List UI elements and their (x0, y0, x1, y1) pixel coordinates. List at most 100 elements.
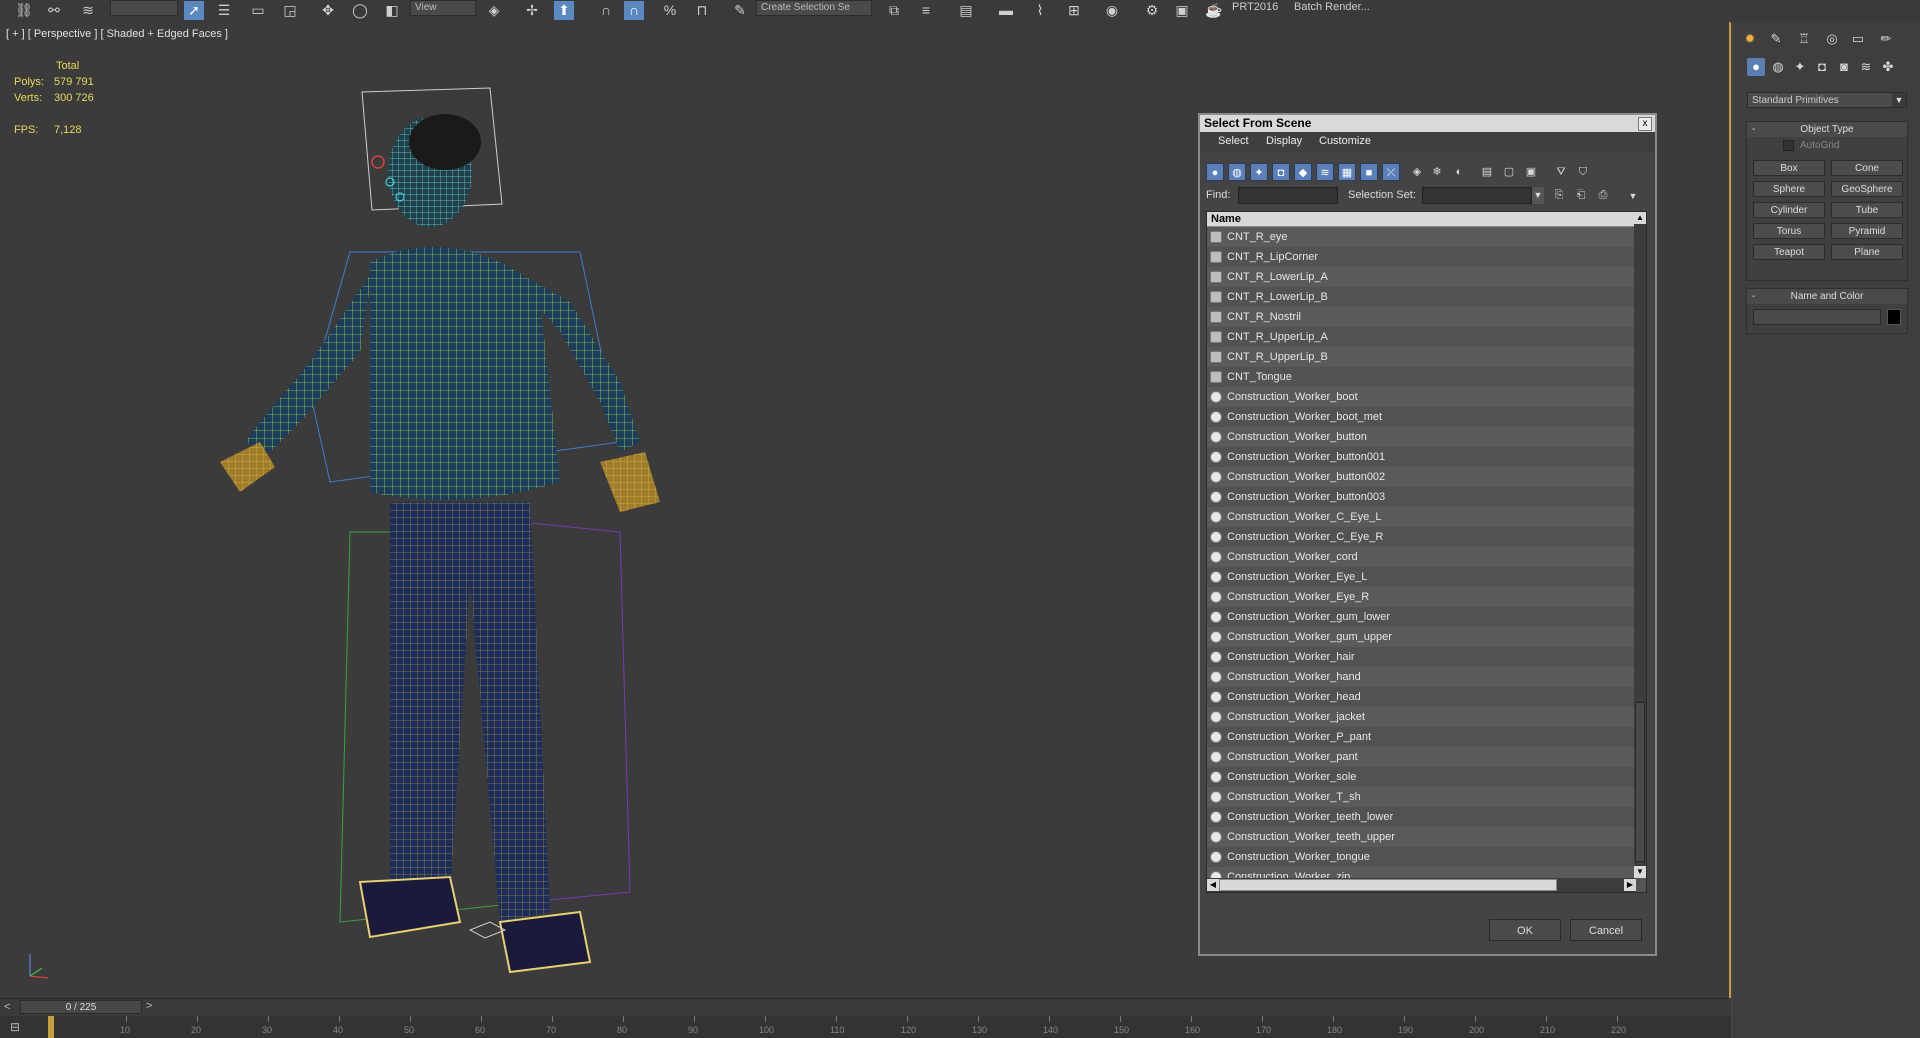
curve-editor-icon[interactable]: ⌇ (1030, 1, 1050, 20)
display-tab-icon[interactable]: ▭ (1849, 30, 1867, 48)
object-name-input[interactable] (1753, 309, 1881, 325)
xref-filter-icon[interactable]: ■ (1360, 163, 1378, 181)
move-icon[interactable]: ✥ (318, 1, 338, 20)
scale-icon[interactable]: ◧ (382, 1, 402, 20)
lights-category-icon[interactable]: ✦ (1791, 58, 1809, 76)
shape-filter-icon[interactable]: ◍ (1228, 163, 1246, 181)
scroll-down-icon[interactable]: ▼ (1634, 866, 1646, 878)
select-none-icon[interactable]: ▢ (1500, 163, 1518, 181)
graphite-ribbon-icon[interactable]: ▬ (996, 1, 1016, 20)
list-item[interactable]: Construction_Worker_cord (1207, 547, 1636, 567)
pivot-icon[interactable]: ◈ (484, 1, 504, 20)
object-type-rollout-header[interactable]: - Object Type (1747, 122, 1907, 137)
window-crossing-icon[interactable]: ◲ (280, 1, 300, 20)
primitive-category-dropdown[interactable]: Standard Primitives ▼ (1747, 92, 1907, 108)
list-item[interactable]: Construction_Worker_button003 (1207, 487, 1636, 507)
material-editor-icon[interactable]: ◉ (1102, 1, 1122, 20)
percent-snap-icon[interactable]: % (660, 1, 680, 20)
bind-spacewarp-icon[interactable]: ≋ (78, 1, 98, 20)
link-icon[interactable]: ⛓ (14, 1, 34, 20)
list-item[interactable]: Construction_Worker_teeth_upper (1207, 827, 1636, 847)
autogrid-checkbox[interactable]: AutoGrid (1783, 140, 1839, 151)
list-item[interactable]: Construction_Worker_C_Eye_L (1207, 507, 1636, 527)
geometry-filter-icon[interactable]: ● (1206, 163, 1224, 181)
track-bar[interactable]: ⊟ 10 20 30 40 50 60 70 80 90 100 110 120 130 140 150 16… (0, 1016, 1731, 1038)
edit-named-selection-icon[interactable]: ✎ (730, 1, 750, 20)
hidden-filter-icon[interactable]: ◐ (1450, 163, 1468, 181)
perspective-viewport[interactable]: [ + ] [ Perspective ] [ Shaded + Edged F… (0, 22, 1731, 998)
menu-select[interactable]: Select (1218, 135, 1249, 147)
vertical-scroll-thumb[interactable] (1635, 702, 1645, 862)
select-manipulate-icon[interactable]: ✢ (522, 1, 542, 20)
group-filter-icon[interactable]: ▦ (1338, 163, 1356, 181)
horizontal-scrollbar[interactable]: ◀ ▶ (1207, 878, 1636, 892)
teapot-button[interactable]: Teapot (1753, 244, 1825, 260)
next-frame-button[interactable]: > (146, 1000, 152, 1012)
menu-display[interactable]: Display (1266, 135, 1302, 147)
light-filter-icon[interactable]: ✦ (1250, 163, 1268, 181)
cancel-button[interactable]: Cancel (1570, 919, 1642, 941)
mirror-icon[interactable]: ⧉ (884, 1, 904, 20)
render-setup-icon[interactable]: ⚙ (1142, 1, 1162, 20)
angle-snap-icon[interactable]: ∩ (624, 1, 644, 20)
scene-object-list[interactable]: Name CNT_R_eye CNT_R_LipCorner CNT_R_Lower… (1206, 211, 1647, 893)
list-item[interactable]: CNT_R_UpperLip_B (1207, 347, 1636, 367)
box-button[interactable]: Box (1753, 160, 1825, 176)
spinner-snap-icon[interactable]: ⊓ (692, 1, 712, 20)
scroll-right-icon[interactable]: ▶ (1624, 879, 1636, 891)
expand-options-icon[interactable]: ▼ (1624, 187, 1642, 205)
list-item[interactable]: Construction_Worker_jacket (1207, 707, 1636, 727)
list-item[interactable]: Construction_Worker_teeth_lower (1207, 807, 1636, 827)
render-icon[interactable]: ☕ (1204, 1, 1224, 20)
add-to-set-icon[interactable]: ⎗ (1572, 186, 1590, 204)
geosphere-button[interactable]: GeoSphere (1831, 181, 1903, 197)
container-filter-icon[interactable]: ◈ (1408, 163, 1426, 181)
list-item[interactable]: CNT_R_LipCorner (1207, 247, 1636, 267)
frame-counter[interactable]: 0 / 225 (20, 1000, 142, 1014)
list-item[interactable]: Construction_Worker_head (1207, 687, 1636, 707)
list-item[interactable]: Construction_Worker_pant (1207, 747, 1636, 767)
camera-filter-icon[interactable]: ◘ (1272, 163, 1290, 181)
select-by-name-icon[interactable]: ☰ (214, 1, 234, 20)
tube-button[interactable]: Tube (1831, 202, 1903, 218)
select-invert-icon[interactable]: ▣ (1522, 163, 1540, 181)
hierarchy-tab-icon[interactable]: ♖ (1795, 30, 1813, 48)
list-item[interactable]: CNT_R_Nostril (1207, 307, 1636, 327)
batch-render-label[interactable]: Batch Render... (1294, 0, 1370, 14)
remove-from-set-icon[interactable]: ⎙ (1594, 186, 1612, 204)
object-color-swatch[interactable] (1887, 309, 1901, 325)
shapes-category-icon[interactable]: ◍ (1769, 58, 1787, 76)
rendered-frame-icon[interactable]: ▣ (1172, 1, 1192, 20)
helpers-category-icon[interactable]: ◙ (1835, 58, 1853, 76)
list-item[interactable]: Construction_Worker_boot_met (1207, 407, 1636, 427)
bone-filter-icon[interactable]: ⤫ (1382, 163, 1400, 181)
menu-customize[interactable]: Customize (1319, 135, 1371, 147)
list-item[interactable]: Construction_Worker_P_pant (1207, 727, 1636, 747)
ok-button[interactable]: OK (1489, 919, 1561, 941)
horizontal-scroll-thumb[interactable] (1219, 879, 1557, 891)
motion-tab-icon[interactable]: ◎ (1823, 30, 1841, 48)
align-icon[interactable]: ≡ (916, 1, 936, 20)
close-icon[interactable]: x (1638, 117, 1652, 131)
sphere-button[interactable]: Sphere (1753, 181, 1825, 197)
named-selection-combo[interactable]: Create Selection Se (756, 0, 872, 16)
create-tab-icon[interactable]: ✎ (1767, 30, 1785, 48)
list-item[interactable]: Construction_Worker_button001 (1207, 447, 1636, 467)
schematic-view-icon[interactable]: ⊞ (1064, 1, 1084, 20)
list-item[interactable]: Construction_Worker_C_Eye_R (1207, 527, 1636, 547)
list-item[interactable]: CNT_R_UpperLip_A (1207, 327, 1636, 347)
utilities-tab-icon[interactable]: ✏ (1877, 30, 1895, 48)
unlink-icon[interactable]: ⚯ (44, 1, 64, 20)
list-item[interactable]: Construction_Worker_gum_upper (1207, 627, 1636, 647)
plane-button[interactable]: Plane (1831, 244, 1903, 260)
list-item[interactable]: Construction_Worker_hand (1207, 667, 1636, 687)
reference-coord-combo[interactable]: View (410, 0, 476, 16)
prt-label[interactable]: PRT2016 (1232, 0, 1278, 14)
geometry-category-icon[interactable]: ● (1747, 58, 1765, 76)
selection-filter-combo[interactable] (110, 0, 178, 16)
previous-frame-button[interactable]: < (4, 1001, 10, 1013)
character-wireframe-model[interactable] (200, 62, 720, 982)
list-item[interactable]: CNT_R_LowerLip_A (1207, 267, 1636, 287)
frozen-filter-icon[interactable]: ❄ (1428, 163, 1446, 181)
list-item[interactable]: Construction_Worker_tongue (1207, 847, 1636, 867)
